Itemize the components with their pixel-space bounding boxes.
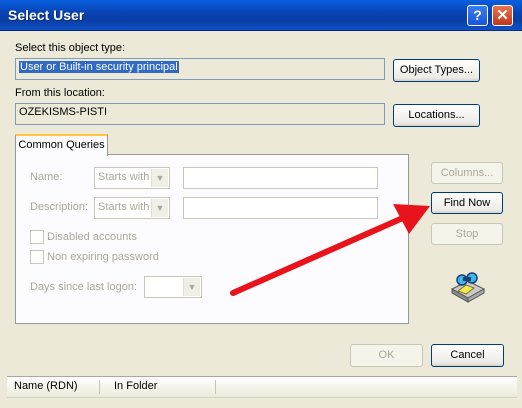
ok-button[interactable]: OK [350, 344, 423, 367]
description-mode-select[interactable]: Starts with ▼ [94, 197, 170, 219]
column-divider[interactable] [215, 380, 216, 394]
search-binoculars-icon [450, 272, 486, 303]
location-value: OZEKISMS-PISTI [19, 106, 108, 118]
chevron-down-icon: ▼ [151, 199, 168, 217]
name-label: Name: [30, 171, 63, 183]
description-label: Description: [30, 201, 89, 213]
object-type-field[interactable]: User or Built-in security principal [15, 58, 385, 80]
object-types-button[interactable]: Object Types... [393, 59, 480, 82]
description-mode-value: Starts with [98, 201, 150, 213]
object-type-label: Select this object type: [15, 42, 126, 54]
annotation-arrow [230, 204, 430, 296]
columns-button[interactable]: Columns... [431, 162, 503, 184]
name-input[interactable] [183, 167, 378, 189]
title-bar: Select User ? ✕ [0, 0, 522, 31]
column-header-name[interactable]: Name (RDN) [14, 380, 78, 392]
close-button[interactable]: ✕ [492, 5, 513, 26]
window-title: Select User [8, 7, 85, 23]
name-mode-value: Starts with [98, 171, 150, 183]
annotation-arrow-line [230, 214, 408, 296]
tab-common-queries[interactable]: Common Queries [15, 134, 108, 156]
days-since-logon-label: Days since last logon: [30, 281, 137, 293]
help-button[interactable]: ? [467, 5, 488, 26]
name-mode-select[interactable]: Starts with ▼ [94, 167, 170, 189]
cancel-button[interactable]: Cancel [431, 344, 504, 367]
days-since-logon-select[interactable]: ▼ [144, 276, 202, 298]
object-type-value: User or Built-in security principal [19, 61, 179, 73]
chevron-down-icon: ▼ [151, 169, 168, 187]
stop-button[interactable]: Stop [431, 223, 503, 245]
column-header-in-folder[interactable]: In Folder [114, 380, 157, 392]
select-user-dialog: Select User ? ✕ Select this object type:… [0, 0, 522, 408]
results-header: Name (RDN) In Folder [7, 376, 517, 398]
find-now-button[interactable]: Find Now [431, 192, 503, 214]
column-divider[interactable] [99, 380, 100, 394]
location-field[interactable]: OZEKISMS-PISTI [15, 103, 385, 125]
location-label: From this location: [15, 87, 105, 99]
non-expiring-password-checkbox[interactable] [30, 250, 44, 264]
chevron-down-icon: ▼ [183, 278, 200, 296]
non-expiring-password-label: Non expiring password [47, 251, 159, 263]
disabled-accounts-label: Disabled accounts [47, 231, 137, 243]
locations-button[interactable]: Locations... [393, 104, 480, 127]
disabled-accounts-checkbox[interactable] [30, 230, 44, 244]
